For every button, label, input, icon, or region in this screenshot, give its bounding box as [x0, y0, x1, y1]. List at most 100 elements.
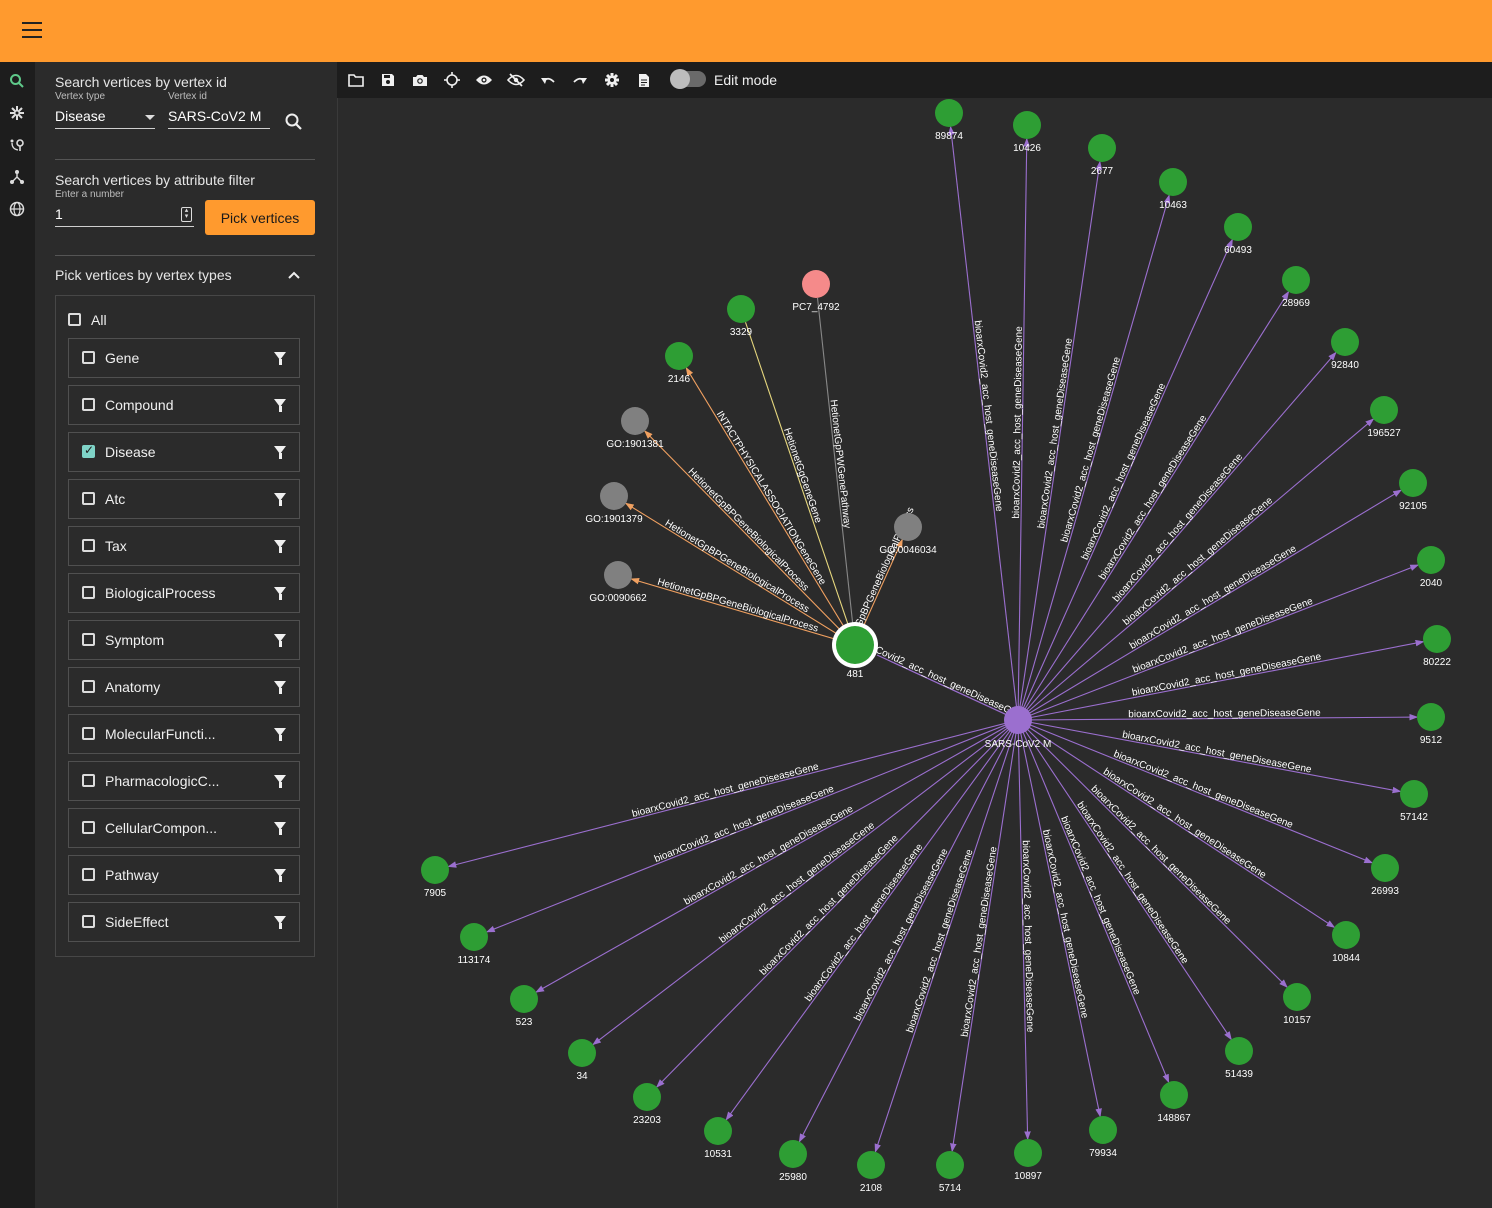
gene-node[interactable]: [1224, 213, 1252, 241]
edit-mode-toggle[interactable]: [670, 69, 706, 89]
vertex-type-checkbox[interactable]: [82, 443, 95, 458]
gear-icon[interactable]: [6, 102, 28, 124]
gene-node[interactable]: [1400, 780, 1428, 808]
search-icon[interactable]: [6, 70, 28, 92]
gene-node[interactable]: [1417, 703, 1445, 731]
go-node[interactable]: [621, 407, 649, 435]
pathway-node[interactable]: [802, 270, 830, 298]
chevron-up-icon[interactable]: [287, 268, 301, 287]
filter-icon[interactable]: [274, 775, 286, 788]
gene-node[interactable]: [1014, 1139, 1042, 1167]
filter-icon[interactable]: [274, 587, 286, 600]
gene-node[interactable]: [1371, 854, 1399, 882]
gene-node[interactable]: [1331, 328, 1359, 356]
gene-node[interactable]: [1399, 469, 1427, 497]
vertex-type-item[interactable]: Pathway: [68, 855, 300, 895]
vertex-type-item[interactable]: Tax: [68, 526, 300, 566]
gene-node[interactable]: [665, 342, 693, 370]
filter-icon[interactable]: [274, 540, 286, 553]
vertex-type-checkbox[interactable]: [82, 633, 95, 646]
vertex-type-checkbox[interactable]: [82, 539, 95, 552]
gene-node[interactable]: [1013, 111, 1041, 139]
gene-node[interactable]: [1225, 1037, 1253, 1065]
filter-icon[interactable]: [274, 681, 286, 694]
graph-icon[interactable]: [6, 166, 28, 188]
gene-node[interactable]: [421, 856, 449, 884]
vertex-type-checkbox[interactable]: [82, 821, 95, 834]
vertex-type-checkbox[interactable]: [82, 398, 95, 411]
gene-node[interactable]: [460, 923, 488, 951]
folder-icon[interactable]: [347, 71, 365, 89]
vertex-type-item[interactable]: BiologicalProcess: [68, 573, 300, 613]
camera-icon[interactable]: [411, 71, 429, 89]
vertex-type-item[interactable]: CellularCompon...: [68, 808, 300, 848]
vertex-type-checkbox[interactable]: [82, 492, 95, 505]
gene-node[interactable]: [1283, 983, 1311, 1011]
vertex-type-item[interactable]: Atc: [68, 479, 300, 519]
gene-node[interactable]: [936, 1151, 964, 1179]
vertex-type-item[interactable]: Disease: [68, 432, 300, 472]
filter-icon[interactable]: [274, 634, 286, 647]
gene-node[interactable]: [1282, 266, 1310, 294]
undo-icon[interactable]: [539, 71, 557, 89]
vertex-type-item[interactable]: Compound: [68, 385, 300, 425]
gene-node[interactable]: [727, 295, 755, 323]
gene-node[interactable]: [1089, 1116, 1117, 1144]
vertex-type-select[interactable]: Disease: [55, 108, 155, 129]
vertex-type-checkbox[interactable]: [82, 774, 95, 787]
eye-off-icon[interactable]: [507, 71, 525, 89]
gene-node[interactable]: [935, 99, 963, 127]
gene-node[interactable]: [779, 1140, 807, 1168]
filter-icon[interactable]: [274, 493, 286, 506]
search-button-icon[interactable]: [284, 112, 304, 137]
gene-node[interactable]: [633, 1083, 661, 1111]
vertex-type-item[interactable]: PharmacologicC...: [68, 761, 300, 801]
vertex-type-item[interactable]: Symptom: [68, 620, 300, 660]
gene-node[interactable]: [1160, 1081, 1188, 1109]
gene-node[interactable]: [1159, 168, 1187, 196]
gene-node[interactable]: [1417, 546, 1445, 574]
redo-icon[interactable]: [571, 71, 589, 89]
gene-node[interactable]: [857, 1151, 885, 1179]
globe-icon[interactable]: [6, 198, 28, 220]
stepper-icon[interactable]: ▴ ▾: [181, 207, 192, 222]
vertex-type-checkbox[interactable]: [82, 351, 95, 364]
vertex-type-checkbox[interactable]: [82, 915, 95, 928]
gene-node[interactable]: [510, 985, 538, 1013]
vertex-type-checkbox[interactable]: [82, 727, 95, 740]
vertex-type-checkbox[interactable]: [82, 680, 95, 693]
gene-node[interactable]: [568, 1039, 596, 1067]
filter-icon[interactable]: [274, 916, 286, 929]
route-icon[interactable]: [6, 134, 28, 156]
save-icon[interactable]: [379, 71, 397, 89]
vertex-type-item[interactable]: SideEffect: [68, 902, 300, 942]
filter-icon[interactable]: [274, 352, 286, 365]
vertex-type-checkbox[interactable]: [82, 868, 95, 881]
vertex-type-item[interactable]: Anatomy: [68, 667, 300, 707]
document-icon[interactable]: [635, 71, 653, 89]
eye-icon[interactable]: [475, 71, 493, 89]
disease-node[interactable]: [1004, 706, 1032, 734]
gene-node[interactable]: [1370, 396, 1398, 424]
vertex-type-item[interactable]: Gene: [68, 338, 300, 378]
gene-node[interactable]: [1423, 625, 1451, 653]
filter-icon[interactable]: [274, 399, 286, 412]
filter-icon[interactable]: [274, 446, 286, 459]
filter-icon[interactable]: [274, 869, 286, 882]
number-input[interactable]: 1 ▴ ▾: [55, 206, 194, 227]
locate-icon[interactable]: [443, 71, 461, 89]
go-node[interactable]: [600, 482, 628, 510]
menu-icon[interactable]: [22, 22, 48, 40]
vertex-type-item[interactable]: MolecularFuncti...: [68, 714, 300, 754]
go-node[interactable]: [604, 561, 632, 589]
go-node[interactable]: [894, 513, 922, 541]
settings-icon[interactable]: [603, 71, 621, 89]
gene-node[interactable]: [1088, 134, 1116, 162]
filter-icon[interactable]: [274, 822, 286, 835]
filter-icon[interactable]: [274, 728, 286, 741]
pick-vertices-button[interactable]: Pick vertices: [205, 200, 315, 235]
vertex-id-input[interactable]: SARS-CoV2 M: [168, 108, 270, 129]
hub-node[interactable]: [836, 626, 874, 664]
gene-node[interactable]: [1332, 921, 1360, 949]
vertex-type-checkbox[interactable]: [82, 586, 95, 599]
